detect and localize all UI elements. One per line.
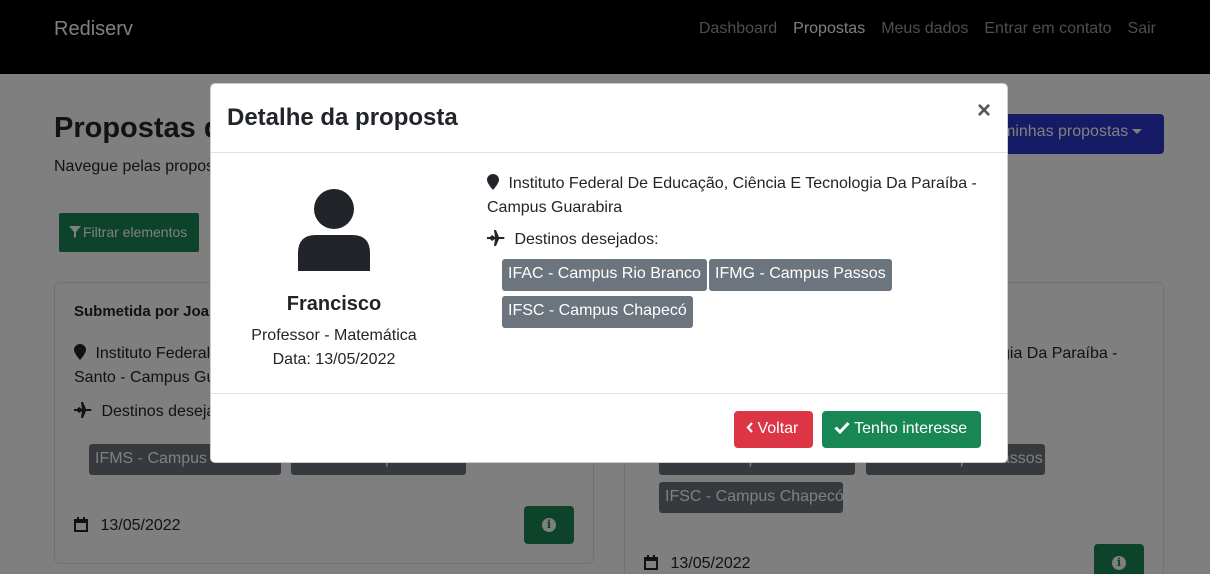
person-date: Data: 13/05/2022 [272, 351, 396, 368]
interest-label: Tenho interesse [854, 420, 968, 437]
back-button[interactable]: Voltar [734, 411, 813, 448]
institution-info: Instituto Federal De Educação, Ciência E… [487, 172, 977, 220]
destination-tag: IFMG - Campus Passos [709, 259, 892, 291]
destinations-label: Destinos desejados: [514, 231, 659, 248]
user-icon [298, 189, 370, 271]
destinations-heading: Destinos desejados: [487, 228, 659, 252]
modal-header: Detalhe da proposta × [211, 84, 1007, 153]
person-name: Francisco [286, 293, 382, 315]
modal-footer: Voltar Tenho interesse [211, 393, 1007, 463]
destination-tag: IFSC - Campus Chapecó [502, 296, 693, 328]
close-icon[interactable]: × [977, 99, 991, 123]
proposal-detail-modal: Detalhe da proposta × Francisco Professo… [210, 83, 1008, 463]
back-label: Voltar [757, 420, 799, 437]
map-marker-icon [487, 174, 499, 190]
interest-button[interactable]: Tenho interesse [822, 411, 981, 448]
institution-text: Instituto Federal De Educação, Ciência E… [487, 175, 977, 216]
check-icon [834, 421, 850, 434]
modal-title: Detalhe da proposta [227, 104, 458, 131]
chevron-left-icon [746, 422, 753, 433]
destination-tag: IFAC - Campus Rio Branco [502, 259, 707, 291]
person-role: Professor - Matemática [251, 327, 417, 344]
plane-icon [487, 230, 505, 246]
